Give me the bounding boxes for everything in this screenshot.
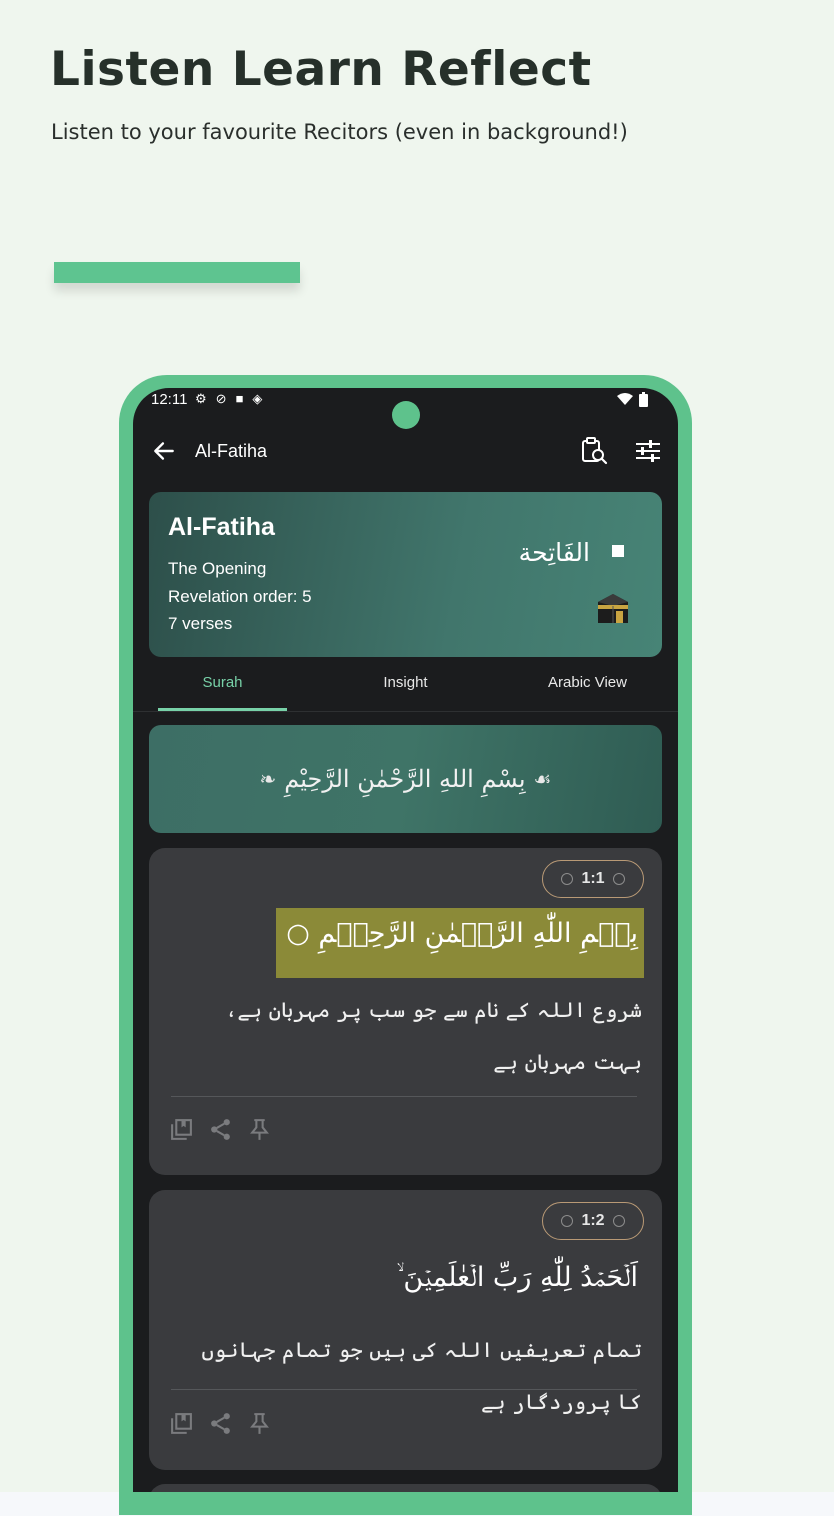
status-time: 12:11 [151,391,188,408]
hero-subtitle: Listen to your favourite Recitors (even … [51,120,628,144]
share-icon[interactable] [208,1117,233,1142]
tab-surah[interactable]: Surah [158,674,287,708]
wifi-icon [617,393,633,405]
verse-divider [171,1096,637,1097]
clipboard-search-icon[interactable] [579,436,609,466]
verse-actions [169,1117,272,1142]
surah-verse-count: 7 verses [168,614,233,633]
tab-bar: Surah Insight Arabic View [133,664,678,712]
tab-insight[interactable]: Insight [341,674,470,708]
tab-arabic-view[interactable]: Arabic View [522,674,653,708]
diamond-status-icon: ◈ [252,391,263,406]
verse-card: 1:1 بِسۡمِ اللّٰهِ الرَّحۡمٰنِ الرَّحِيۡ… [149,848,662,1175]
verse-number: 1:2 [581,1212,605,1229]
gear-status-icon: ⚙ [195,391,207,406]
bismillah-banner: ❧ بِسْمِ اللهِ الرَّحْمٰنِ الرَّحِيْمِ ☙ [149,725,662,833]
status-icons-left: ⚙ ⊘ ■ ◈ [195,391,262,407]
status-icons-right [617,392,648,407]
verse-card: 1:2 اَلۡحَمۡدُ لِلّٰهِ رَبِّ الۡعٰلَمِيۡ… [149,1190,662,1470]
badge-dot-icon [561,873,574,885]
surah-meaning: The Opening [168,559,267,578]
tune-icon[interactable] [633,436,663,466]
shield-status-icon: ⊘ [215,391,227,406]
accent-bar [54,262,300,283]
ornament-left-icon: ❧ [259,767,277,791]
verse-arabic-text[interactable]: اَلۡحَمۡدُ لِلّٰهِ رَبِّ الۡعٰلَمِيۡنَ ۙ [387,1252,644,1314]
badge-dot-icon [612,873,625,885]
verse-actions [169,1411,272,1436]
surah-marker-icon [612,545,624,557]
surah-info-card: Al-Fatiha The Opening Revelation order: … [149,492,662,657]
bismillah-text: بِسْمِ اللهِ الرَّحْمٰنِ الرَّحِيْمِ [284,765,526,793]
verse-number-badge[interactable]: 1:2 [542,1202,644,1240]
tab-indicator [158,708,287,711]
camera-cutout [392,401,420,429]
badge-dot-icon [561,1215,574,1227]
phone-screen: 12:11 ⚙ ⊘ ■ ◈ Al-Fatiha Al-Fatiha The Op… [133,388,678,1492]
share-icon[interactable] [208,1411,233,1436]
battery-icon [639,392,648,407]
arrow-left-icon[interactable] [151,438,177,464]
verse-number-badge[interactable]: 1:1 [542,860,644,898]
app-bar: Al-Fatiha [133,432,678,472]
verse-arabic-text[interactable]: بِسۡمِ اللّٰهِ الرَّحۡمٰنِ الرَّحِيۡمِ ○ [276,908,644,978]
hero-title: Listen Learn Reflect [50,42,592,97]
surah-arabic-name: الفَاتِحة [518,538,590,567]
ornament-right-icon: ☙ [533,767,552,791]
badge-dot-icon [612,1215,625,1227]
pin-icon[interactable] [247,1117,272,1142]
surah-revelation-order: Revelation order: 5 [168,587,312,606]
kaaba-icon [598,594,628,623]
verse-divider [171,1389,637,1390]
pin-icon[interactable] [247,1411,272,1436]
bookmark-collection-icon[interactable] [169,1411,194,1436]
verse-number: 1:1 [581,870,605,887]
verse-translation: شروع اللہ کے نام سے جو سب پر مہربان ہے، … [225,998,642,1074]
surah-name: Al-Fatiha [168,513,275,541]
app-title: Al-Fatiha [195,441,268,461]
verse-card-partial [149,1484,662,1492]
bookmark-collection-icon[interactable] [169,1117,194,1142]
square-status-icon: ■ [235,391,244,406]
